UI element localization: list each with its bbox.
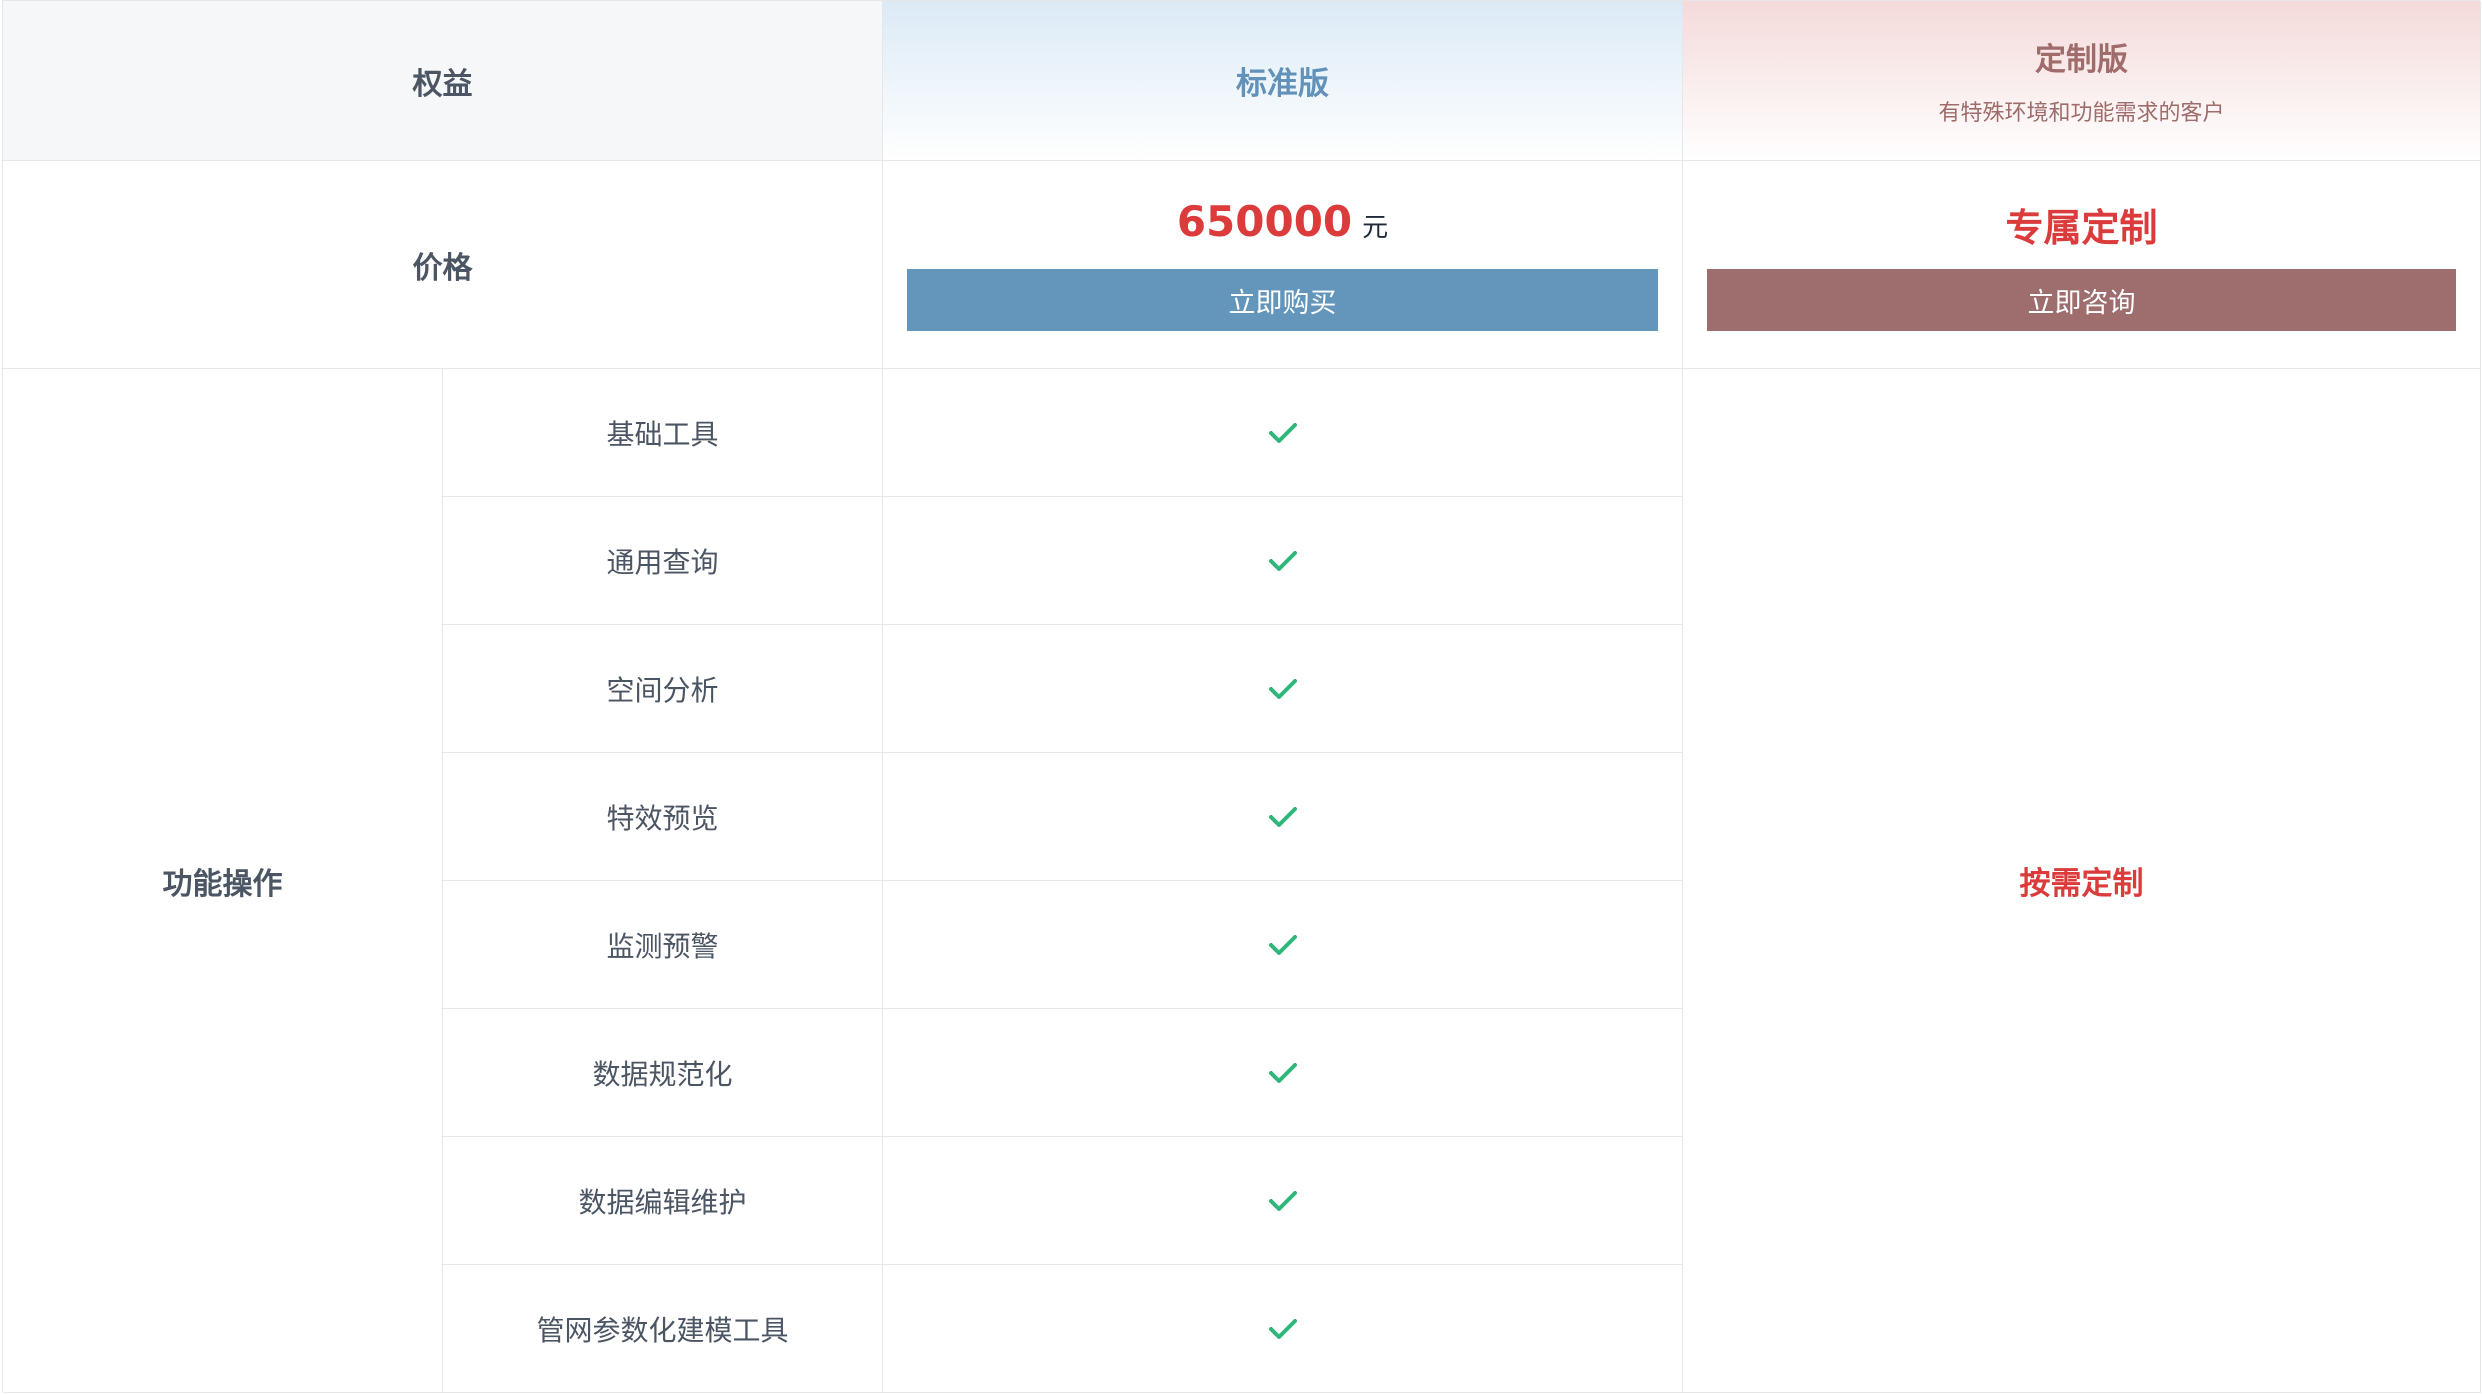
check-icon xyxy=(1268,1062,1297,1083)
standard-feature-cell xyxy=(883,1009,1683,1137)
check-icon xyxy=(1268,1190,1297,1211)
standard-price-amount: 650000 xyxy=(1176,197,1353,246)
feature-name-cell: 空间分析 xyxy=(443,625,883,753)
rights-header: 权益 xyxy=(412,66,473,102)
standard-feature-cell xyxy=(883,881,1683,1009)
standard-price-cell: 650000 元 立即购买 xyxy=(883,161,1683,369)
feature-name: 管网参数化建模工具 xyxy=(536,1313,789,1347)
check-icon xyxy=(1268,806,1297,827)
standard-feature-cell xyxy=(883,497,1683,625)
check-icon xyxy=(1268,422,1297,443)
standard-price: 650000 元 xyxy=(1177,197,1388,247)
check-icon xyxy=(1268,934,1297,955)
standard-feature-cell xyxy=(883,1265,1683,1393)
consult-now-button[interactable]: 立即咨询 xyxy=(1707,269,2456,331)
feature-name: 空间分析 xyxy=(606,673,719,707)
header-custom-plan: 定制版 有特殊环境和功能需求的客户 xyxy=(1683,1,2481,161)
price-label: 价格 xyxy=(412,250,473,286)
custom-plan-subtitle: 有特殊环境和功能需求的客户 xyxy=(1938,101,2225,126)
feature-name: 监测预警 xyxy=(606,929,719,963)
feature-name: 特效预览 xyxy=(606,801,719,835)
header-standard-plan: 标准版 xyxy=(883,1,1683,161)
feature-name-cell: 基础工具 xyxy=(443,369,883,497)
price-label-cell: 价格 xyxy=(3,161,883,369)
feature-name-cell: 数据规范化 xyxy=(443,1009,883,1137)
check-icon xyxy=(1268,550,1297,571)
feature-name: 数据编辑维护 xyxy=(578,1185,747,1219)
pricing-comparison-table: 权益 标准版 定制版 有特殊环境和功能需求的客户 价格 650000 元 立即购… xyxy=(2,0,2481,1393)
custom-on-demand-label: 按需定制 xyxy=(2019,866,2144,902)
check-icon xyxy=(1268,1318,1297,1339)
custom-price-text: 专属定制 xyxy=(2005,206,2158,250)
standard-plan-title: 标准版 xyxy=(1236,66,1329,102)
standard-feature-cell xyxy=(883,753,1683,881)
feature-name-cell: 特效预览 xyxy=(443,753,883,881)
custom-price: 专属定制 xyxy=(2005,197,2157,250)
feature-name-cell: 监测预警 xyxy=(443,881,883,1009)
feature-name: 数据规范化 xyxy=(592,1057,733,1091)
custom-plan-title: 定制版 xyxy=(2035,42,2128,78)
custom-price-cell: 专属定制 立即咨询 xyxy=(1683,161,2481,369)
custom-feature-cell: 按需定制 xyxy=(1683,369,2481,1393)
buy-now-button[interactable]: 立即购买 xyxy=(907,269,1658,331)
feature-name-cell: 数据编辑维护 xyxy=(443,1137,883,1265)
feature-name: 通用查询 xyxy=(606,545,719,579)
feature-name: 基础工具 xyxy=(606,417,719,451)
feature-name-cell: 管网参数化建模工具 xyxy=(443,1265,883,1393)
header-rights-cell: 权益 xyxy=(3,1,883,161)
standard-feature-cell xyxy=(883,369,1683,497)
feature-group-label: 功能操作 xyxy=(162,866,283,902)
feature-name-cell: 通用查询 xyxy=(443,497,883,625)
standard-price-unit: 元 xyxy=(1362,213,1389,243)
standard-feature-cell xyxy=(883,625,1683,753)
check-icon xyxy=(1268,678,1297,699)
feature-group-cell: 功能操作 xyxy=(3,369,443,1393)
standard-feature-cell xyxy=(883,1137,1683,1265)
